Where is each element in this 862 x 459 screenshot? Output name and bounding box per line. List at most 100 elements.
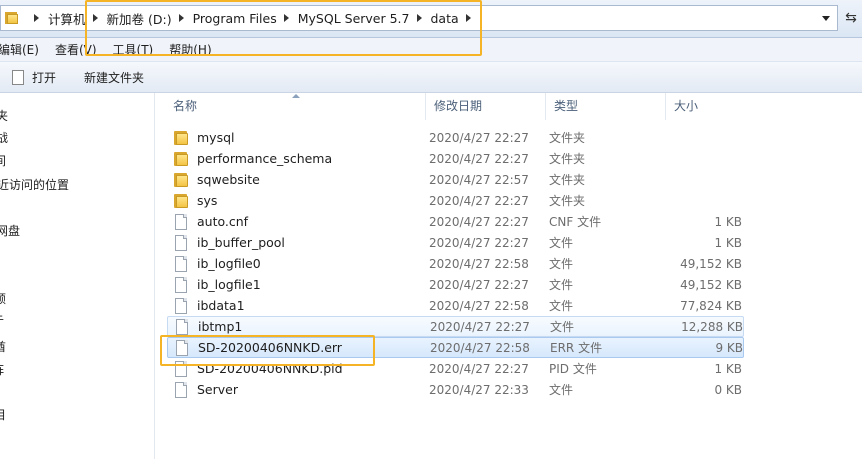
menu-tools[interactable]: 工具(T) <box>107 41 160 58</box>
nav-item[interactable]: 目 <box>0 406 6 423</box>
file-row[interactable]: SD-20200406NNKD.pid 2020/4/27 22:27 PID 文件… <box>167 358 744 379</box>
column-header-size[interactable]: 大小 <box>666 93 862 120</box>
file-name: ibtmp1 <box>198 319 243 334</box>
nav-item-netdisk[interactable]: 网盘 <box>0 222 20 239</box>
menu-edit[interactable]: 编辑(E) <box>0 41 45 58</box>
file-row[interactable]: ibtmp1 2020/4/27 22:27 文件 12,288 KB <box>167 316 744 337</box>
refresh-button[interactable]: ⇆ <box>840 7 862 31</box>
file-type: 文件 <box>549 383 574 397</box>
file-modified-date: 2020/4/27 22:58 <box>429 256 529 271</box>
file-name: sys <box>197 193 218 208</box>
column-header-type-label: 类型 <box>554 99 579 113</box>
file-icon <box>173 381 189 398</box>
folder-icon <box>173 172 189 188</box>
file-size: 9 KB <box>715 340 743 355</box>
folder-icon <box>3 11 21 25</box>
file-row[interactable]: auto.cnf 2020/4/27 22:27 CNF 文件 1 KB <box>167 211 744 232</box>
file-size: 1 KB <box>714 361 742 376</box>
breadcrumb-item-computer[interactable]: 计算机 <box>48 9 86 28</box>
folder-icon <box>173 193 189 209</box>
breadcrumb-item-program-files[interactable]: Program Files <box>193 11 277 26</box>
file-row[interactable]: sqwebsite 2020/4/27 22:57 文件夹 <box>167 169 744 190</box>
file-modified-date: 2020/4/27 22:27 <box>429 193 529 208</box>
new-folder-button[interactable]: 新建文件夹 <box>76 65 152 89</box>
column-header-name-label: 名称 <box>173 99 198 113</box>
file-name: auto.cnf <box>197 214 249 229</box>
file-modified-date: 2020/4/27 22:27 <box>429 214 529 229</box>
nav-item[interactable]: 亍 <box>0 312 4 329</box>
file-type: 文件夹 <box>549 194 586 208</box>
file-row[interactable]: ib_logfile0 2020/4/27 22:58 文件 49,152 KB <box>167 253 744 274</box>
file-row[interactable]: ibdata1 2020/4/27 22:58 文件 77,824 KB <box>167 295 744 316</box>
file-row[interactable]: SD-20200406NNKD.err 2020/4/27 22:58 ERR 文件… <box>167 337 744 358</box>
menu-view[interactable]: 查看(V) <box>49 41 103 58</box>
file-type: 文件夹 <box>549 152 586 166</box>
breadcrumb-item-mysql-server[interactable]: MySQL Server 5.7 <box>298 11 410 26</box>
file-icon <box>173 360 189 377</box>
file-row[interactable]: mysql 2020/4/27 22:27 文件夹 <box>167 127 744 148</box>
file-size: 0 KB <box>714 382 742 397</box>
breadcrumb-item-data[interactable]: data <box>431 11 459 26</box>
file-name: SD-20200406NNKD.pid <box>197 361 343 376</box>
file-row[interactable]: performance_schema 2020/4/27 22:27 文件夹 <box>167 148 744 169</box>
file-name: SD-20200406NNKD.err <box>198 340 342 355</box>
column-header-type[interactable]: 类型 <box>546 93 666 120</box>
file-row[interactable]: ib_logfile1 2020/4/27 22:27 文件 49,152 KB <box>167 274 744 295</box>
menu-help[interactable]: 帮助(H) <box>163 41 217 58</box>
open-button[interactable]: 打开 <box>0 65 64 89</box>
file-icon <box>173 255 189 272</box>
nav-item-recent-places[interactable]: 近访问的位置 <box>0 176 69 193</box>
column-header-date[interactable]: 修改日期 <box>426 93 546 120</box>
nav-item[interactable]: 间 <box>0 152 6 169</box>
column-header-size-label: 大小 <box>674 99 699 113</box>
file-modified-date: 2020/4/27 22:57 <box>429 172 529 187</box>
file-icon <box>173 234 189 251</box>
file-name: ib_logfile1 <box>197 277 261 292</box>
chevron-right-icon[interactable] <box>465 14 471 22</box>
file-modified-date: 2020/4/27 22:27 <box>429 151 529 166</box>
address-bar[interactable]: 计算机 新加卷 (D:) Program Files MySQL Server … <box>0 5 838 31</box>
file-type: 文件夹 <box>549 131 586 145</box>
chevron-right-icon[interactable] <box>416 14 422 22</box>
file-modified-date: 2020/4/27 22:27 <box>429 361 529 376</box>
file-list-pane: 名称 修改日期 类型 大小 mysql 2020/4/27 22:27 文件夹 per… <box>156 93 862 459</box>
nav-item[interactable]: 阵 <box>0 361 4 378</box>
file-row[interactable]: sys 2020/4/27 22:27 文件夹 <box>167 190 744 211</box>
chevron-right-icon[interactable] <box>34 14 39 22</box>
file-modified-date: 2020/4/27 22:27 <box>429 277 529 292</box>
file-name: ibdata1 <box>197 298 245 313</box>
menu-bar: 编辑(E) 查看(V) 工具(T) 帮助(H) <box>0 38 862 62</box>
file-icon <box>12 69 24 85</box>
file-type: 文件 <box>550 320 575 334</box>
file-row[interactable]: ib_buffer_pool 2020/4/27 22:27 文件 1 KB <box>167 232 744 253</box>
file-size: 49,152 KB <box>680 256 742 271</box>
address-history-dropdown[interactable] <box>817 6 835 30</box>
file-size: 1 KB <box>714 214 742 229</box>
chevron-right-icon[interactable] <box>178 14 184 22</box>
file-name: ib_logfile0 <box>197 256 261 271</box>
file-icon <box>173 276 189 293</box>
file-icon <box>174 318 190 335</box>
column-header-row: 名称 修改日期 类型 大小 <box>156 93 862 120</box>
file-name: mysql <box>197 130 235 145</box>
nav-item[interactable]: 夹 <box>0 107 8 124</box>
file-row[interactable]: Server 2020/4/27 22:33 文件 0 KB <box>167 379 744 400</box>
file-type: 文件 <box>549 257 574 271</box>
file-type: ERR 文件 <box>550 341 603 355</box>
nav-item[interactable]: 酋 <box>0 338 6 355</box>
breadcrumb-item-drive-d[interactable]: 新加卷 (D:) <box>107 9 172 28</box>
file-modified-date: 2020/4/27 22:58 <box>430 340 530 355</box>
chevron-right-icon[interactable] <box>283 14 289 22</box>
column-header-name[interactable]: 名称 <box>156 93 426 120</box>
sort-up-icon <box>292 94 300 98</box>
file-icon <box>173 213 189 230</box>
file-modified-date: 2020/4/27 22:58 <box>429 298 529 313</box>
nav-item[interactable]: 顿 <box>0 290 6 307</box>
file-icon <box>174 339 190 356</box>
chevron-right-icon[interactable] <box>92 14 98 22</box>
file-size: 77,824 KB <box>680 298 742 313</box>
nav-item[interactable]: 战 <box>0 129 8 146</box>
breadcrumb: 计算机 新加卷 (D:) Program Files MySQL Server … <box>27 6 480 30</box>
file-modified-date: 2020/4/27 22:27 <box>429 130 529 145</box>
file-type: 文件夹 <box>549 173 586 187</box>
